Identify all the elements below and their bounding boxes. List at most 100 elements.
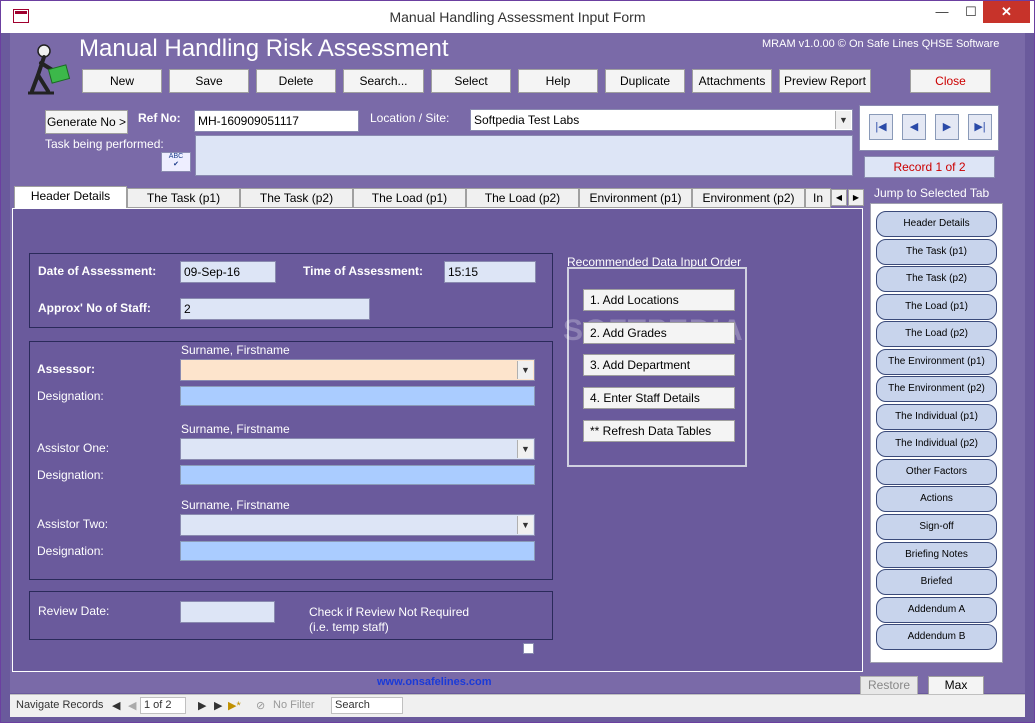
review-date-field[interactable] [180,601,275,623]
website-link[interactable]: www.onsafelines.com [377,676,492,688]
enter-staff-details-button[interactable]: 4. Enter Staff Details [583,387,735,409]
jump-individual-p1[interactable]: The Individual (p1) [876,404,997,430]
jump-environment-p1[interactable]: The Environment (p1) [876,349,997,375]
next-record-icon[interactable]: ▶ [935,114,959,140]
minimize-button[interactable]: — [927,1,957,23]
review-date-label: Review Date: [38,604,110,618]
version-text: MRAM v1.0.00 © On Safe Lines QHSE Softwa… [762,38,1000,50]
jump-heading: Jump to Selected Tab [874,186,990,200]
close-window-button[interactable]: ✕ [983,1,1030,23]
assessor-label: Assessor: [37,362,96,376]
lifting-person-icon [28,44,71,95]
header-details-page: Date of Assessment: 09-Sep-16 Time of As… [12,208,863,672]
delete-button[interactable]: Delete [256,69,336,93]
first-record-nav-icon[interactable]: ◀ [112,699,120,712]
tab-environment-p1[interactable]: Environment (p1) [579,188,692,208]
location-label: Location / Site: [370,111,450,125]
tab-task-p1[interactable]: The Task (p1) [127,188,240,208]
ref-no-field[interactable]: MH-160909051117 [194,110,359,132]
location-value: Softpedia Test Labs [474,113,580,127]
add-department-button[interactable]: 3. Add Department [583,354,735,376]
assistor-one-designation-label: Designation: [37,468,104,482]
search-button[interactable]: Search... [343,69,424,93]
review-not-required-checkbox[interactable] [523,643,534,654]
jump-environment-p2[interactable]: The Environment (p2) [876,376,997,402]
save-button[interactable]: Save [169,69,249,93]
last-record-icon[interactable]: ▶| [968,114,992,140]
assistor-one-label: Assistor One: [37,441,110,455]
chevron-down-icon[interactable]: ▼ [517,361,533,379]
attachments-button[interactable]: Attachments [692,69,772,93]
add-locations-button[interactable]: 1. Add Locations [583,289,735,311]
assistor-two-designation-field[interactable] [180,541,535,561]
assistor-two-dropdown[interactable]: ▼ [180,514,535,536]
filter-icon: ⊘ [256,700,266,712]
staff-count-field[interactable]: 2 [180,298,370,320]
next-record-nav-icon[interactable]: ▶ [198,699,206,712]
assessor-dropdown[interactable]: ▼ [180,359,535,381]
record-position-field[interactable]: 1 of 2 [140,697,186,714]
jump-actions[interactable]: Actions [876,486,997,512]
search-input[interactable]: Search [331,697,403,714]
tab-scroll-left-icon[interactable]: ◀ [831,189,847,206]
previous-record-nav-icon[interactable]: ◀ [128,699,136,712]
chevron-down-icon[interactable]: ▼ [517,440,533,458]
jump-briefing-notes[interactable]: Briefing Notes [876,542,997,568]
add-grades-button[interactable]: 2. Add Grades [583,322,735,344]
page-title: Manual Handling Risk Assessment [79,35,449,62]
spell-check-icon[interactable]: ABC ✔ [161,152,191,172]
record-counter: Record 1 of 2 [864,156,995,178]
jump-briefed[interactable]: Briefed [876,569,997,595]
tab-task-p2[interactable]: The Task (p2) [240,188,353,208]
help-button[interactable]: Help [518,69,598,93]
tab-header-details[interactable]: Header Details [14,186,127,208]
tab-scroll-right-icon[interactable]: ▶ [848,189,864,206]
restore-button[interactable]: Restore [860,676,918,695]
first-record-icon[interactable]: |◀ [869,114,893,140]
new-record-nav-icon[interactable]: ▶* [228,699,241,712]
duplicate-button[interactable]: Duplicate [605,69,685,93]
chevron-down-icon[interactable]: ▼ [835,111,851,129]
jump-other-factors[interactable]: Other Factors [876,459,997,485]
form-area: Manual Handling Risk Assessment MRAM v1.… [10,33,1025,695]
jump-addendum-a[interactable]: Addendum A [876,597,997,623]
previous-record-icon[interactable]: ◀ [902,114,926,140]
tab-load-p1[interactable]: The Load (p1) [353,188,466,208]
maximize-button[interactable]: ☐ [956,1,986,23]
tab-individual-partial[interactable]: In [805,188,831,208]
time-field[interactable]: 15:15 [444,261,536,283]
close-button[interactable]: Close [910,69,991,93]
select-button[interactable]: Select [431,69,511,93]
location-dropdown[interactable]: Softpedia Test Labs ▼ [470,109,853,131]
preview-report-button[interactable]: Preview Report [779,69,871,93]
assistor-one-designation-field[interactable] [180,465,535,485]
tab-strip: Header Details The Task (p1) The Task (p… [12,186,864,208]
jump-load-p2[interactable]: The Load (p2) [876,321,997,347]
jump-sign-off[interactable]: Sign-off [876,514,997,540]
tab-load-p2[interactable]: The Load (p2) [466,188,579,208]
no-filter-label[interactable]: No Filter [273,699,315,711]
assessor-name-hint: Surname, Firstname [181,343,290,357]
last-record-nav-icon[interactable]: ▶ [214,699,222,712]
jump-task-p1[interactable]: The Task (p1) [876,239,997,265]
review-check-label: Check if Review Not Required [309,605,470,619]
refresh-data-tables-button[interactable]: ** Refresh Data Tables [583,420,735,442]
assistor-one-dropdown[interactable]: ▼ [180,438,535,460]
chevron-down-icon[interactable]: ▼ [517,516,533,534]
time-label: Time of Assessment: [303,264,424,278]
date-field[interactable]: 09-Sep-16 [180,261,276,283]
task-field[interactable] [195,135,853,176]
jump-load-p1[interactable]: The Load (p1) [876,294,997,320]
new-button[interactable]: New [82,69,162,93]
tab-environment-p2[interactable]: Environment (p2) [692,188,805,208]
jump-task-p2[interactable]: The Task (p2) [876,266,997,292]
assessor-designation-field[interactable] [180,386,535,406]
jump-individual-p2[interactable]: The Individual (p2) [876,431,997,457]
jump-addendum-b[interactable]: Addendum B [876,624,997,650]
generate-number-button[interactable]: Generate No > [45,110,128,134]
spell-check-text: ABC [168,153,184,160]
jump-header-details[interactable]: Header Details [876,211,997,237]
app-window: Manual Handling Assessment Input Form — … [0,0,1035,723]
max-button[interactable]: Max [928,676,984,695]
title-bar: Manual Handling Assessment Input Form — … [1,1,1034,33]
